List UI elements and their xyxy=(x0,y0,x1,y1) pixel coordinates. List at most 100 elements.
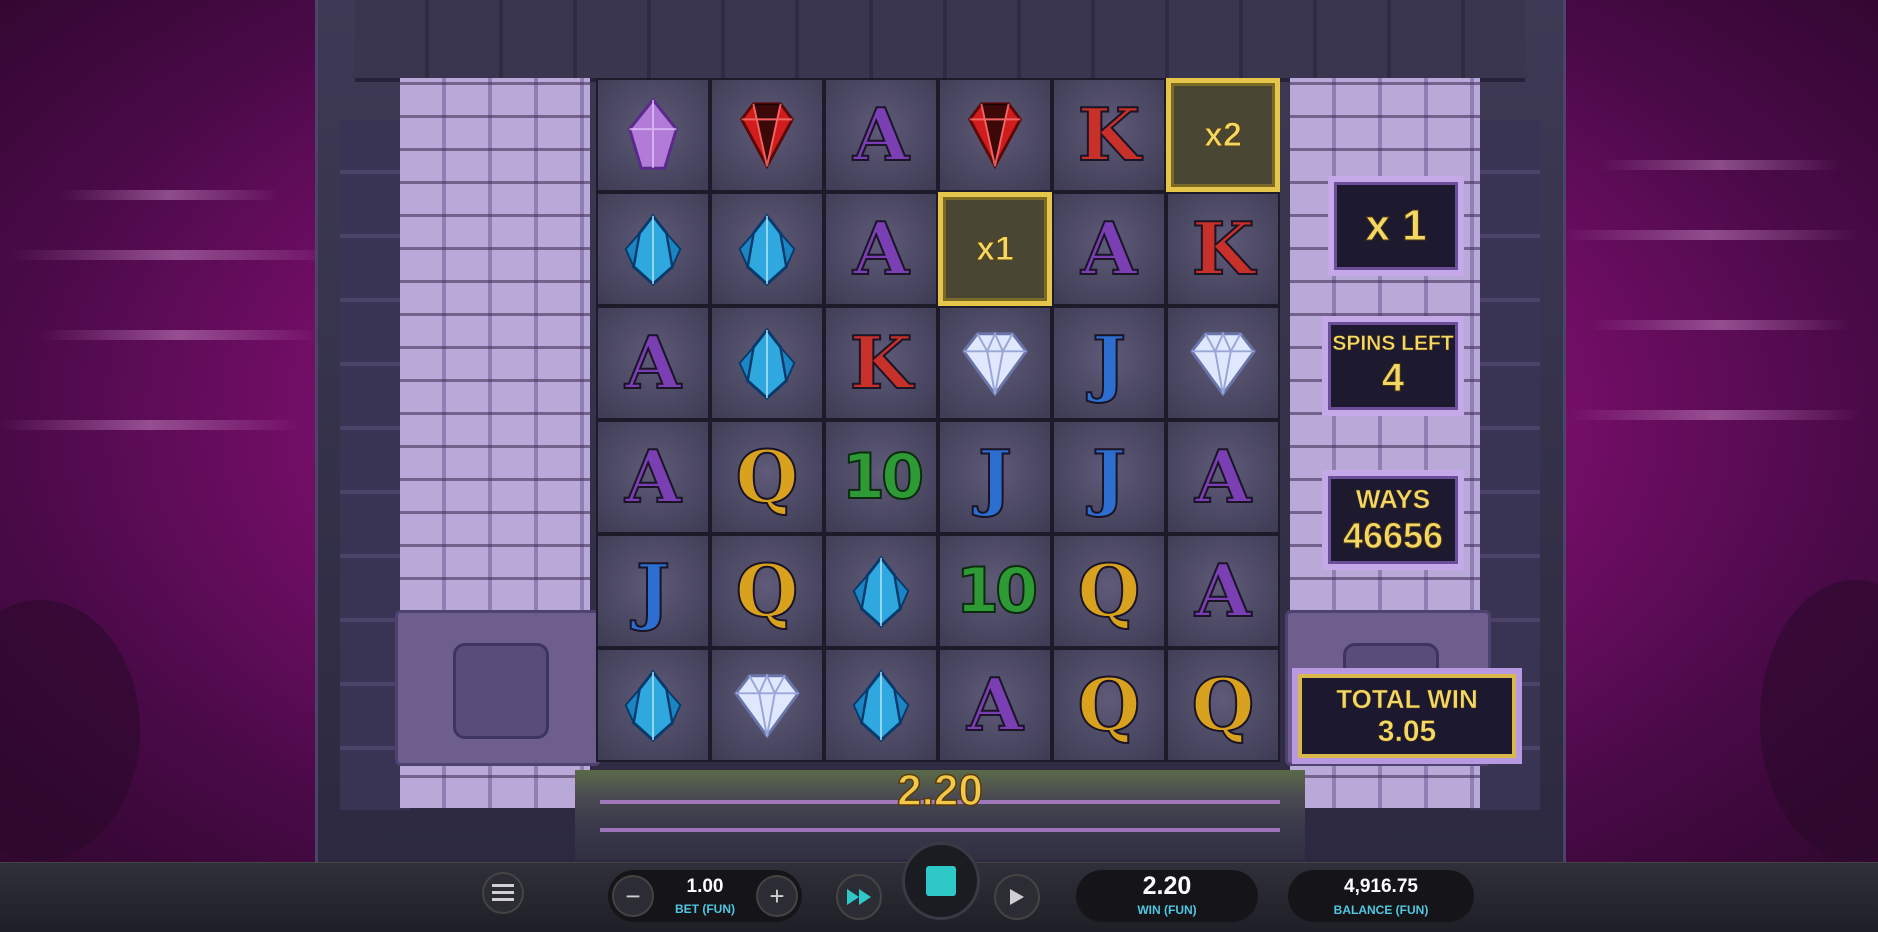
balance-label: BALANCE (FUN) xyxy=(1333,903,1429,917)
ways-label: WAYS xyxy=(1355,483,1431,514)
blue-crystal-icon xyxy=(852,555,910,629)
spin-stop-button[interactable] xyxy=(902,842,980,920)
reel-cell xyxy=(938,78,1052,192)
bet-value: 1.00 xyxy=(686,876,724,897)
red-ruby-icon xyxy=(967,102,1023,170)
blue-crystal-icon xyxy=(624,669,682,743)
symbol-k: K xyxy=(1191,206,1256,291)
spins-left-value: 4 xyxy=(1381,355,1405,400)
reel-cell: J xyxy=(1052,420,1166,534)
symbol-10: 10 xyxy=(955,554,1039,627)
symbol-k: K xyxy=(1077,92,1142,177)
blue-crystal-icon xyxy=(624,213,682,287)
reel-cell: Q xyxy=(710,534,824,648)
symbol-a: A xyxy=(852,206,910,291)
reel-cell: Q xyxy=(710,420,824,534)
reel-grid: A Kx2 Ax1 A K A K J A Q 10 J J A J Q 10 Q A A Q Q xyxy=(596,78,1280,762)
spins-left-panel: SPINS LEFT 4 xyxy=(1322,316,1464,416)
multiplier-cell: x2 xyxy=(1166,78,1280,192)
stop-icon xyxy=(926,866,956,896)
reel-cell xyxy=(824,648,938,762)
reel-cell: A xyxy=(1166,420,1280,534)
fast-forward-icon xyxy=(847,889,871,905)
bet-increase-button[interactable]: + xyxy=(756,875,798,917)
symbol-q: Q xyxy=(1077,662,1142,747)
bet-label: BET (FUN) xyxy=(675,902,735,916)
reel-cell: A xyxy=(824,192,938,306)
total-win-value: 3.05 xyxy=(1377,714,1437,748)
bet-decrease-button[interactable]: − xyxy=(612,875,654,917)
symbol-j: J xyxy=(977,434,1013,519)
symbol-a: A xyxy=(1080,206,1138,291)
menu-button[interactable] xyxy=(482,872,524,914)
symbol-a: A xyxy=(1194,548,1252,633)
symbol-a: A xyxy=(1194,434,1252,519)
reel-cell xyxy=(596,648,710,762)
symbol-q: Q xyxy=(735,434,800,519)
reel-cell xyxy=(824,534,938,648)
symbol-10: 10 xyxy=(841,440,925,513)
reel-cell xyxy=(938,306,1052,420)
reel-cell: J xyxy=(596,534,710,648)
diamond-icon xyxy=(1189,331,1257,397)
carved-idol-left xyxy=(395,610,601,766)
balance-value: 4,916.75 xyxy=(1344,876,1418,897)
reel-cell: Q xyxy=(1052,648,1166,762)
win-label: WIN (FUN) xyxy=(1137,903,1197,917)
glow-line xyxy=(600,828,1280,832)
hamburger-icon xyxy=(492,884,514,901)
reel-cell: K xyxy=(1166,192,1280,306)
reel-cell: Q xyxy=(1052,534,1166,648)
reel-cell xyxy=(710,192,824,306)
multiplier-symbol: x1 xyxy=(976,229,1015,268)
reel-cell: K xyxy=(1052,78,1166,192)
reel-cell: K xyxy=(824,306,938,420)
blue-crystal-icon xyxy=(738,213,796,287)
reel-cell xyxy=(710,648,824,762)
blue-crystal-icon xyxy=(852,669,910,743)
symbol-a: A xyxy=(624,434,682,519)
reel-cell: Q xyxy=(1166,648,1280,762)
reel-cell: A xyxy=(938,648,1052,762)
reel-cell: 10 xyxy=(824,420,938,534)
multiplier-value: x 1 xyxy=(1365,201,1427,251)
symbol-q: Q xyxy=(735,548,800,633)
autoplay-button[interactable] xyxy=(994,874,1040,920)
total-win-label: TOTAL WIN xyxy=(1336,683,1478,714)
reel-cell: A xyxy=(1166,534,1280,648)
line-win-amount: 2.20 xyxy=(896,765,983,816)
reel-cell xyxy=(596,78,710,192)
reel-cell: J xyxy=(938,420,1052,534)
ways-value: 46656 xyxy=(1342,514,1444,556)
multiplier-symbol: x2 xyxy=(1204,115,1243,154)
spins-left-label: SPINS LEFT xyxy=(1332,331,1454,355)
turbo-button[interactable] xyxy=(836,874,882,920)
symbol-q: Q xyxy=(1191,662,1256,747)
reel-cell: J xyxy=(1052,306,1166,420)
reel-cell: 10 xyxy=(938,534,1052,648)
reel-cell xyxy=(710,306,824,420)
symbol-j: J xyxy=(1091,320,1127,405)
symbol-a: A xyxy=(966,662,1024,747)
symbol-a: A xyxy=(852,92,910,177)
multiplier-panel: x 1 xyxy=(1328,176,1464,276)
symbol-j: J xyxy=(1091,434,1127,519)
diamond-icon xyxy=(961,331,1029,397)
ways-panel: WAYS 46656 xyxy=(1322,470,1464,570)
reel-cell: A xyxy=(596,420,710,534)
plus-icon: + xyxy=(769,880,785,911)
reel-cell xyxy=(1166,306,1280,420)
temple-lintel xyxy=(355,0,1525,82)
symbol-q: Q xyxy=(1077,548,1142,633)
symbol-k: K xyxy=(849,320,914,405)
total-win-panel: TOTAL WIN 3.05 xyxy=(1292,668,1522,764)
purple-crystal-icon xyxy=(627,97,679,170)
minus-icon: − xyxy=(625,880,641,911)
reel-cell xyxy=(596,192,710,306)
play-icon xyxy=(1010,889,1024,905)
symbol-j: J xyxy=(635,548,671,633)
reel-cell xyxy=(710,78,824,192)
diamond-icon xyxy=(733,673,801,739)
blue-crystal-icon xyxy=(738,327,796,401)
multiplier-cell: x1 xyxy=(938,192,1052,306)
